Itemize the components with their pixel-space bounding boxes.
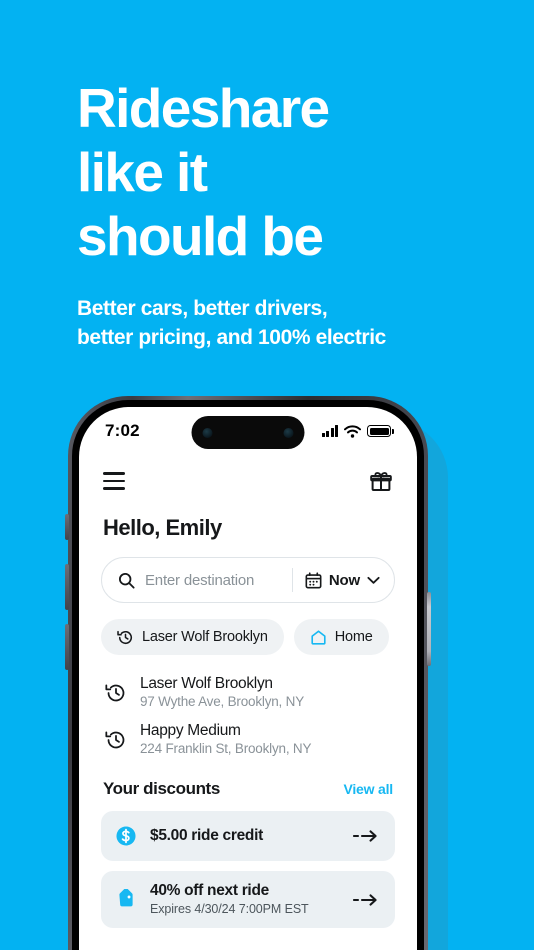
dollar-circle-icon: [116, 826, 136, 846]
discount-expiry: Expires 4/30/24 7:00PM EST: [150, 902, 309, 916]
search-icon: [118, 572, 135, 589]
discounts-list: $5.00 ride credit 40% off next ride Expi…: [79, 799, 417, 928]
chip-label: Laser Wolf Brooklyn: [142, 629, 268, 645]
phone-screen: 7:02 Hello, Emily Enter destination Now …: [79, 407, 417, 950]
hero-subtitle-line-2: better pricing, and 100% electric: [77, 326, 386, 349]
phone-mute-button[interactable]: [65, 514, 69, 540]
phone-bezel: 7:02 Hello, Emily Enter destination Now …: [72, 400, 424, 950]
search-input[interactable]: Enter destination: [145, 572, 254, 589]
recent-item-text: Happy Medium 224 Franklin St, Brooklyn, …: [140, 721, 311, 758]
list-item[interactable]: Happy Medium 224 Franklin St, Brooklyn, …: [101, 716, 395, 763]
discount-title: 40% off next ride: [150, 882, 269, 899]
discount-text: $5.00 ride credit: [150, 826, 340, 846]
discount-card-percent-off[interactable]: 40% off next ride Expires 4/30/24 7:00PM…: [101, 871, 395, 928]
battery-icon: [367, 425, 394, 437]
destination-search-bar[interactable]: Enter destination Now: [101, 557, 395, 603]
calendar-icon: [305, 571, 322, 588]
discounts-section-header: Your discounts View all: [79, 763, 417, 799]
face-id-sensor-icon: [283, 427, 294, 438]
front-camera-icon: [202, 427, 213, 438]
hamburger-menu-icon[interactable]: [103, 472, 125, 490]
history-clock-icon: [117, 630, 133, 644]
pickup-time-label: Now: [328, 571, 360, 589]
history-clock-icon: [105, 684, 125, 701]
greeting-text: Hello, Emily: [103, 515, 222, 540]
phone-volume-down-button[interactable]: [65, 624, 69, 670]
cellular-signal-icon: [321, 425, 338, 437]
wifi-icon: [344, 424, 361, 438]
recent-item-text: Laser Wolf Brooklyn 97 Wythe Ave, Brookl…: [140, 674, 304, 711]
phone-volume-up-button[interactable]: [65, 564, 69, 610]
phone-power-button[interactable]: [427, 592, 431, 666]
chip-label: Home: [334, 629, 373, 645]
discount-card-ride-credit[interactable]: $5.00 ride credit: [101, 811, 395, 861]
quick-destination-chips: Laser Wolf Brooklyn Home: [79, 603, 417, 655]
dashed-arrow-right-icon: [353, 893, 377, 906]
hero-subtitle-line-1: Better cars, better drivers,: [77, 297, 328, 320]
recent-item-name: Happy Medium: [140, 722, 241, 739]
recent-item-address: 224 Franklin St, Brooklyn, NY: [140, 741, 312, 756]
discount-text: 40% off next ride Expires 4/30/24 7:00PM…: [150, 881, 340, 918]
chip-laser-wolf-brooklyn[interactable]: Laser Wolf Brooklyn: [101, 619, 284, 655]
hero-subtitle: Better cars, better drivers, better pric…: [77, 294, 497, 352]
view-all-link[interactable]: View all: [343, 781, 393, 797]
chevron-down-icon[interactable]: [367, 576, 380, 585]
recent-item-name: Laser Wolf Brooklyn: [140, 675, 273, 692]
home-icon: [311, 629, 326, 645]
history-clock-icon: [105, 731, 125, 748]
dashed-arrow-right-icon: [353, 830, 377, 842]
discounts-title: Your discounts: [103, 779, 220, 798]
hero-title-line-1: Rideshare: [77, 77, 330, 139]
hero-title-line-2: like it: [77, 141, 208, 203]
hero-title: Rideshare like it should be: [77, 76, 497, 268]
status-time: 7:02: [105, 421, 140, 440]
chip-home[interactable]: Home: [293, 619, 389, 655]
dynamic-island: [191, 416, 305, 449]
hero-section: Rideshare like it should be Better cars,…: [77, 76, 497, 352]
status-bar: 7:02: [79, 407, 417, 455]
search-input-area[interactable]: Enter destination: [102, 572, 292, 589]
discount-title: $5.00 ride credit: [150, 827, 263, 844]
hero-title-line-3: should be: [77, 205, 324, 267]
price-tag-icon: [119, 888, 133, 906]
phone-mockup: 7:02 Hello, Emily Enter destination Now …: [65, 396, 431, 950]
list-item[interactable]: Laser Wolf Brooklyn 97 Wythe Ave, Brookl…: [101, 669, 395, 716]
gift-icon[interactable]: [369, 469, 393, 493]
recent-destinations-list: Laser Wolf Brooklyn 97 Wythe Ave, Brookl…: [79, 655, 417, 763]
pickup-time-selector[interactable]: Now: [293, 572, 394, 589]
app-nav-bar: [79, 455, 417, 493]
recent-item-address: 97 Wythe Ave, Brooklyn, NY: [140, 694, 305, 709]
status-indicators: [321, 424, 394, 438]
